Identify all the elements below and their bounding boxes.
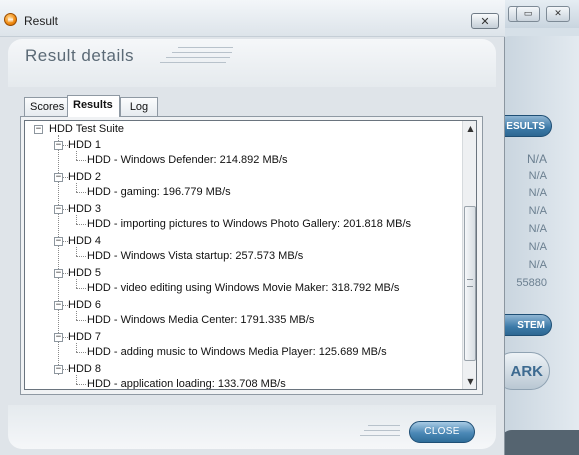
minus-expander-icon[interactable]: − xyxy=(54,173,63,182)
tree-connector xyxy=(76,320,86,321)
decorative-line xyxy=(368,425,400,426)
grip-icon xyxy=(467,279,473,287)
background-score-value: 55880 xyxy=(516,277,547,289)
vertical-scrollbar[interactable]: ▲ ▼ xyxy=(462,121,476,389)
tree-result-item[interactable]: HDD - importing pictures to Windows Phot… xyxy=(87,217,411,231)
background-value: N/A xyxy=(528,205,547,217)
decorative-line xyxy=(178,47,233,48)
scroll-up-arrow-icon[interactable]: ▲ xyxy=(463,121,476,136)
tab-scores[interactable]: Scores xyxy=(24,97,68,116)
decorative-line xyxy=(364,430,400,431)
tree-connector xyxy=(76,279,77,288)
tree-result-item[interactable]: HDD - adding music to Windows Media Play… xyxy=(87,345,387,359)
tree-connector xyxy=(76,160,86,161)
background-value: N/A xyxy=(528,187,547,199)
background-value: N/A xyxy=(526,152,547,166)
window-title: Result xyxy=(24,14,59,28)
tree-connector xyxy=(76,352,86,353)
tree-connector xyxy=(76,215,77,224)
tree-result-item[interactable]: HDD - video editing using Windows Movie … xyxy=(87,281,399,295)
tree-connector xyxy=(76,151,77,160)
minus-expander-icon[interactable]: − xyxy=(54,237,63,246)
tab-strip: Scores Results Log xyxy=(24,95,494,117)
tree-result-item[interactable]: HDD - Windows Vista startup: 257.573 MB/… xyxy=(87,249,303,263)
tree-connector xyxy=(76,311,77,320)
decorative-line xyxy=(166,57,230,58)
decorative-line xyxy=(172,52,232,53)
minus-expander-icon[interactable]: − xyxy=(54,141,63,150)
scroll-down-arrow-icon[interactable]: ▼ xyxy=(463,374,476,389)
tree-group-node[interactable]: HDD 5 xyxy=(68,266,101,280)
background-value: N/A xyxy=(528,223,547,235)
background-footer xyxy=(500,430,579,455)
tree-result-item[interactable]: HDD - Windows Defender: 214.892 MB/s xyxy=(87,153,288,167)
tree-group-node[interactable]: HDD 1 xyxy=(68,138,101,152)
decorative-line xyxy=(360,435,400,436)
tree-connector xyxy=(76,247,77,256)
tree-group-node[interactable]: HDD 2 xyxy=(68,170,101,184)
minus-expander-icon[interactable]: − xyxy=(54,301,63,310)
tree-group-node[interactable]: HDD 7 xyxy=(68,330,101,344)
tree-connector xyxy=(76,256,86,257)
dialog-titlebar[interactable]: ≡ Result ✕ xyxy=(0,0,505,37)
tab-log[interactable]: Log xyxy=(120,97,158,116)
tree-group-node[interactable]: HDD 6 xyxy=(68,298,101,312)
tree-group-node[interactable]: HDD 4 xyxy=(68,234,101,248)
tree-connector xyxy=(76,183,77,192)
results-tree-view[interactable]: − HDD Test Suite − HDD 1 HDD - Windows D… xyxy=(24,120,477,390)
decorative-line xyxy=(160,62,226,63)
tree-group-node[interactable]: HDD 3 xyxy=(68,202,101,216)
tree-result-item[interactable]: HDD - application loading: 133.708 MB/s xyxy=(87,377,286,389)
background-maximize-button[interactable]: ▭ xyxy=(516,6,540,22)
page-title: Result details xyxy=(25,46,135,65)
background-value: N/A xyxy=(528,170,547,182)
tree-connector xyxy=(76,375,77,384)
tree-connector xyxy=(76,224,86,225)
tree-connector xyxy=(76,288,86,289)
tree-connector xyxy=(76,192,86,193)
tree-root-node[interactable]: HDD Test Suite xyxy=(49,122,124,136)
tree-connector xyxy=(76,343,77,352)
minus-expander-icon[interactable]: − xyxy=(54,333,63,342)
futuremark-icon: ≡ xyxy=(4,13,17,26)
minus-expander-icon[interactable]: − xyxy=(54,269,63,278)
background-value: N/A xyxy=(528,259,547,271)
tree-group-node[interactable]: HDD 8 xyxy=(68,362,101,376)
tab-results[interactable]: Results xyxy=(67,95,120,117)
close-button[interactable]: CLOSE xyxy=(409,421,475,443)
titlebar-close-button[interactable]: ✕ xyxy=(471,13,499,29)
tree-scroll-area: − HDD Test Suite − HDD 1 HDD - Windows D… xyxy=(25,121,462,389)
tree-result-item[interactable]: HDD - Windows Media Center: 1791.335 MB/… xyxy=(87,313,314,327)
background-close-button[interactable]: ✕ xyxy=(546,6,570,22)
tree-result-item[interactable]: HDD - gaming: 196.779 MB/s xyxy=(87,185,231,199)
background-value: N/A xyxy=(528,241,547,253)
minus-expander-icon[interactable]: − xyxy=(54,205,63,214)
tree-connector xyxy=(76,384,86,385)
minus-expander-icon[interactable]: − xyxy=(54,365,63,374)
result-dialog: ≡ Result ✕ Result details Scores Results… xyxy=(0,0,505,455)
scrollbar-thumb[interactable] xyxy=(464,206,476,361)
minus-expander-icon[interactable]: − xyxy=(34,125,43,134)
